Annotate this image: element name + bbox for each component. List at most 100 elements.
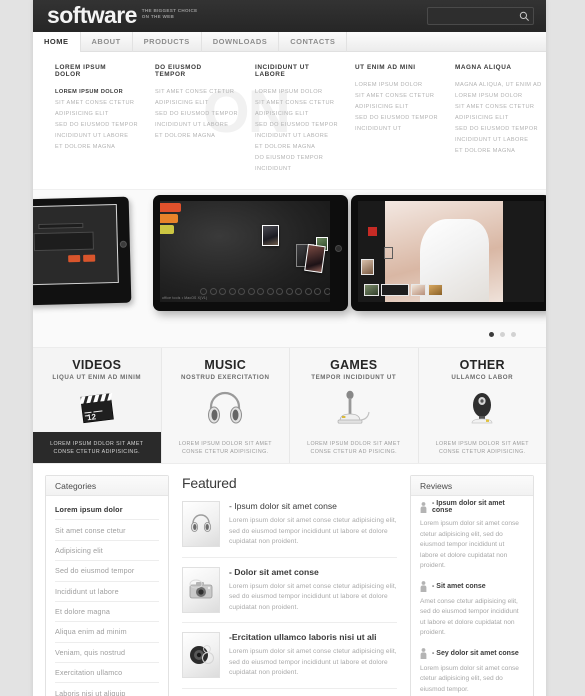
featured-item-description: Lorem ipsum dolor sit amet conse ctetur …	[229, 582, 397, 611]
mega-link[interactable]: MAGNA ALIQUA, UT ENIM AD	[455, 80, 541, 91]
mega-link[interactable]: DO EIUSMOD TEMPOR	[255, 153, 333, 164]
device-screen: office tools • MacOS X(V1)	[160, 201, 330, 302]
featured-item-body: - Dolor sit amet conse Lorem ipsum dolor…	[229, 567, 397, 614]
slider-device-center: office tools • MacOS X(V1)	[153, 195, 348, 311]
list-item[interactable]: Sit amet conse ctetur	[55, 520, 159, 541]
mega-link[interactable]: SIT AMET CONSE CTETUR	[455, 102, 534, 113]
category-card-games[interactable]: GAMES TEMPOR INCIDIDUNT UT LOREM IPSUM D…	[290, 348, 419, 463]
mega-link[interactable]: SIT AMET CONSE CTETUR	[155, 87, 234, 98]
search-icon[interactable]	[519, 11, 530, 22]
mega-link[interactable]: SED DO EIUSMOD TEMPOR	[455, 124, 537, 135]
featured-item-title[interactable]: -Ercitation ullamco laboris nisi ut ali	[229, 632, 397, 642]
nav-item-contacts[interactable]: CONTACTS	[279, 32, 348, 52]
mega-link[interactable]: SIT AMET CONSE CTETUR	[355, 91, 434, 102]
slider-dot-1[interactable]	[489, 332, 494, 337]
logo-block[interactable]: software THE BIGGEST CHOICE ON THE WEB	[47, 3, 197, 28]
device-camera	[335, 245, 342, 252]
mega-menu-panel: ON LOREM IPSUM DOLOR LOREM IPSUM DOLOR S…	[33, 52, 546, 189]
mega-link[interactable]: ADIPISICING ELIT	[55, 109, 133, 120]
nav-item-home[interactable]: HOME	[33, 32, 81, 52]
mega-link[interactable]: LOREM IPSUM DOLOR	[455, 91, 533, 102]
tagline-line-2: ON THE WEB	[141, 14, 175, 19]
slider-dot-2[interactable]	[500, 332, 505, 337]
list-item[interactable]: Et dolore magna	[55, 602, 159, 623]
mega-link[interactable]: SED DO EIUSMOD TEMPOR	[55, 120, 137, 131]
speaker-box-icon	[182, 632, 220, 678]
list-item[interactable]: Incididunt ut labore	[55, 582, 159, 602]
slider-dot-3[interactable]	[511, 332, 516, 337]
list-item[interactable]: Veniam, quis nostrud	[55, 643, 159, 663]
nav-item-about[interactable]: ABOUT	[81, 32, 133, 52]
categories-panel: Categories Lorem ipsum dolor Sit amet co…	[45, 475, 169, 696]
search-box[interactable]	[427, 7, 534, 25]
category-title: OTHER	[459, 358, 505, 372]
review-author[interactable]: - Sey dolor sit amet conse	[432, 650, 519, 657]
mega-link[interactable]: ET DOLORE MAGNA	[455, 146, 533, 157]
site-tagline: THE BIGGEST CHOICE ON THE WEB	[142, 8, 198, 20]
list-item[interactable]: Lorem ipsum dolor	[55, 500, 159, 521]
nav-item-products[interactable]: PRODUCTS	[133, 32, 202, 52]
mega-link[interactable]: INCIDIDUNT UT LABORE	[55, 131, 133, 142]
featured-item[interactable]: - Ipsum dolor sit amet conse Lorem ipsum…	[182, 501, 397, 558]
category-footer[interactable]: LOREM IPSUM DOLOR SIT AMET CONSE CTETUR …	[33, 432, 161, 463]
search-input[interactable]	[432, 8, 518, 24]
list-item[interactable]: Laboris nisi ut aliquip	[55, 683, 159, 696]
mega-link[interactable]: ET DOLORE MAGNA	[155, 131, 233, 142]
category-footer[interactable]: LOREM IPSUM DOLOR SIT AMET CONSE CTETUR …	[162, 432, 290, 463]
featured-item[interactable]: -Ercitation ullamco laboris nisi ut ali …	[182, 632, 397, 689]
category-strip: VIDEOS LIQUA UT ENIM AD MINIM 12 LOREM I…	[33, 347, 546, 464]
hero-slider[interactable]: office tools • MacOS X(V1)	[33, 189, 546, 347]
mega-link[interactable]: SIT AMET CONSE CTETUR	[255, 98, 334, 109]
featured-item[interactable]: - Dolor sit amet conse Lorem ipsum dolor…	[182, 566, 397, 623]
mega-link[interactable]: INCIDIDUNT UT LABORE	[455, 135, 533, 146]
mega-link[interactable]: SED DO EIUSMOD TEMPOR	[255, 120, 337, 131]
review-author[interactable]: - Sit amet conse	[432, 583, 486, 590]
slider-device-left	[33, 196, 132, 306]
category-footer[interactable]: LOREM IPSUM DOLOR SIT AMET CONSE CTETUR …	[290, 432, 418, 463]
mega-link[interactable]: LOREM IPSUM DOLOR	[255, 87, 333, 98]
featured-heading: Featured	[182, 475, 237, 491]
category-card-other[interactable]: OTHER ULLAMCO LABOR LOREM IPSUM DOLOR SI…	[419, 348, 547, 463]
mega-link[interactable]: LOREM IPSUM DOLOR	[355, 80, 433, 91]
categories-panel-body: Lorem ipsum dolor Sit amet conse ctetur …	[46, 496, 168, 696]
clapperboard-icon: 12	[77, 389, 117, 427]
reviews-panel: Reviews - Ipsum dolor sit amet conse Lor…	[410, 475, 534, 696]
mega-link[interactable]: SED DO EIUSMOD TEMPOR	[355, 113, 437, 124]
mega-link[interactable]: ADIPISICING ELIT	[255, 109, 333, 120]
category-subtitle: NOSTRUD EXERCITATION	[181, 374, 270, 381]
mega-link[interactable]: INCIDIDUNT UT LABORE	[255, 131, 333, 142]
list-item[interactable]: Aliqua enim ad minim	[55, 622, 159, 643]
category-card-music[interactable]: MUSIC NOSTRUD EXERCITATION LOREM IPSUM D…	[162, 348, 290, 463]
user-icon	[420, 580, 427, 592]
review-header: - Ipsum dolor sit amet conse	[420, 500, 524, 514]
featured-section: Featured - Ipsum dolor sit amet conse Lo…	[178, 475, 401, 696]
mega-column-title: MAGNA ALIQUA	[455, 64, 512, 71]
mega-link[interactable]: INCIDIDUNT UT	[355, 124, 433, 135]
review-item: - Sey dolor sit amet conse Lorem ipsum d…	[420, 647, 524, 696]
review-header: - Sey dolor sit amet conse	[420, 647, 524, 659]
category-footer[interactable]: LOREM IPSUM DOLOR SIT AMET CONSE CTETUR …	[419, 432, 547, 463]
mega-link[interactable]: INCIDIDUNT	[255, 164, 333, 175]
featured-item-title[interactable]: - Ipsum dolor sit amet conse	[229, 501, 397, 511]
mega-link[interactable]: ET DOLORE MAGNA	[255, 142, 333, 153]
mega-link[interactable]: SED DO EIUSMOD TEMPOR	[155, 109, 237, 120]
featured-item-title[interactable]: - Dolor sit amet conse	[229, 567, 397, 577]
ui-accent-square	[368, 227, 377, 236]
mega-link[interactable]: SIT AMET CONSE CTETUR	[55, 98, 134, 109]
mega-link[interactable]: INCIDIDUNT UT LABORE	[155, 120, 233, 131]
mega-link[interactable]: ET DOLORE MAGNA	[55, 142, 133, 153]
mega-link[interactable]: ADIPISICING ELIT	[355, 102, 433, 113]
joystick-icon	[334, 389, 374, 427]
mega-column-1: LOREM IPSUM DOLOR LOREM IPSUM DOLOR SIT …	[33, 64, 137, 175]
list-item[interactable]: Sed do eiusmod tempor	[55, 561, 159, 582]
category-card-videos[interactable]: VIDEOS LIQUA UT ENIM AD MINIM 12 LOREM I…	[33, 348, 162, 463]
device-home-button	[119, 240, 127, 248]
review-author[interactable]: - Ipsum dolor sit amet conse	[432, 500, 524, 514]
list-item[interactable]: Adipisicing elit	[55, 541, 159, 562]
nav-item-downloads[interactable]: DOWNLOADS	[202, 32, 280, 52]
list-item[interactable]: Exercitation ullamco	[55, 663, 159, 684]
mega-link[interactable]: LOREM IPSUM DOLOR	[55, 87, 133, 98]
mega-link[interactable]: ADIPISICING ELIT	[155, 98, 233, 109]
photo-tile	[262, 225, 279, 246]
mega-link[interactable]: ADIPISICING ELIT	[455, 113, 533, 124]
